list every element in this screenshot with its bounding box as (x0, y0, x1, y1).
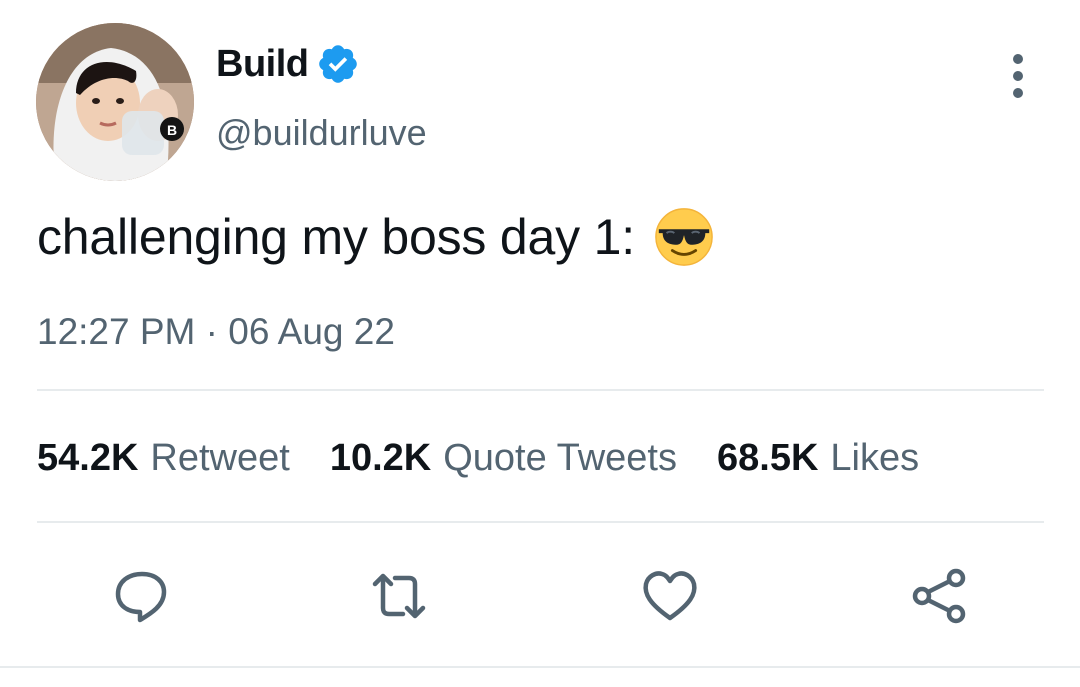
reply-button[interactable] (112, 566, 172, 626)
quote-count: 10.2K (329, 437, 432, 479)
quote-label: Quote Tweets (443, 437, 677, 479)
tweet-text-content: challenging my boss day 1: (37, 209, 635, 265)
engagement-stats: 54.2K Retweet 10.2K Quote Tweets 68.5K L… (37, 437, 959, 480)
author-handle[interactable]: @buildurluve (216, 112, 427, 154)
retweet-count-link[interactable]: 54.2K Retweet (37, 437, 290, 480)
retweet-button[interactable] (369, 566, 429, 626)
divider (37, 389, 1044, 391)
divider (0, 666, 1080, 668)
like-button[interactable] (640, 566, 700, 626)
tweet-text: challenging my boss day 1: (37, 206, 715, 268)
quote-count-link[interactable]: 10.2K Quote Tweets (330, 437, 677, 480)
retweet-icon (372, 573, 426, 619)
share-icon (912, 568, 966, 624)
retweet-label: Retweet (150, 437, 290, 479)
like-count: 68.5K (717, 437, 819, 479)
more-vertical-icon (1013, 54, 1023, 64)
verified-badge-icon (316, 42, 360, 86)
like-count-link[interactable]: 68.5K Likes (717, 437, 919, 480)
svg-text:B: B (167, 122, 177, 138)
retweet-count: 54.2K (37, 437, 139, 479)
tweet-card: B Build @buildurluve challenging my boss… (0, 0, 1080, 687)
tweet-timestamp[interactable]: 12:27 PM · 06 Aug 22 (37, 311, 395, 353)
heart-icon (643, 571, 697, 621)
avatar[interactable]: B (36, 23, 194, 181)
divider (37, 521, 1044, 523)
more-vertical-icon-dot (1013, 71, 1023, 81)
share-button[interactable] (910, 566, 970, 626)
display-name[interactable]: Build (216, 43, 309, 86)
more-vertical-icon-dot (1013, 88, 1023, 98)
profile-photo-icon: B (36, 23, 194, 181)
like-label: Likes (830, 437, 920, 479)
sunglasses-emoji-icon (653, 206, 715, 268)
reply-icon (115, 571, 167, 623)
more-options-button[interactable] (1000, 54, 1036, 98)
author-name-row[interactable]: Build (216, 42, 360, 86)
